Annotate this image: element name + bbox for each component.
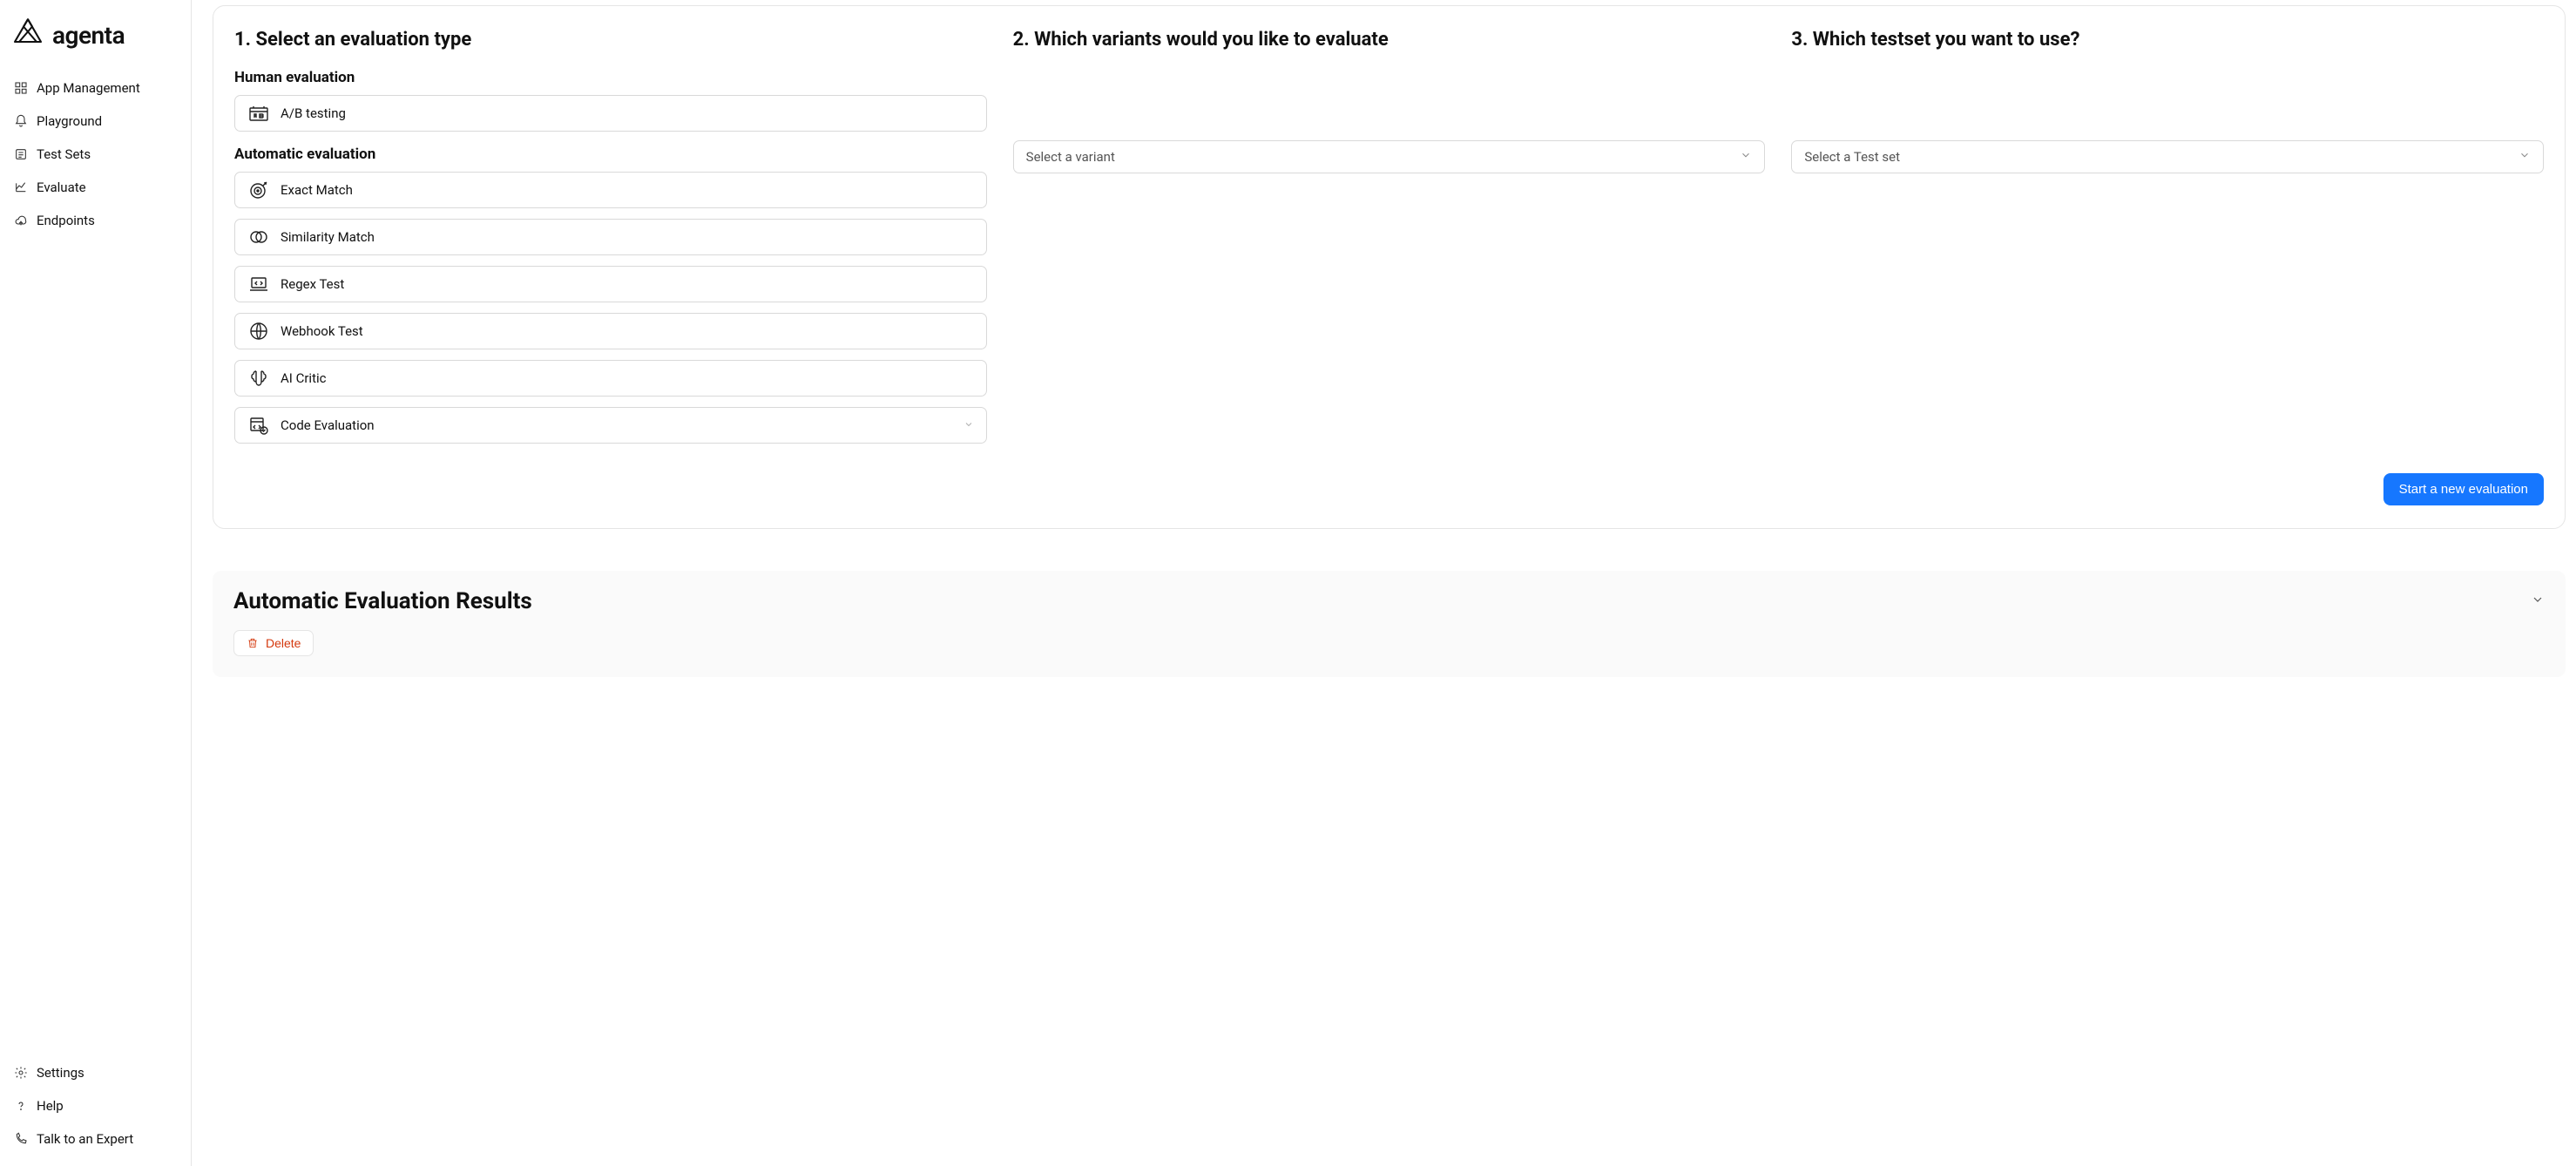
code-laptop-icon bbox=[247, 273, 270, 295]
nav-bottom: Settings Help Talk to an Expert bbox=[7, 1056, 184, 1156]
logo: agenta bbox=[7, 10, 184, 71]
question-icon bbox=[14, 1099, 28, 1113]
grid-icon bbox=[14, 81, 28, 95]
sidebar-item-label: Playground bbox=[37, 113, 102, 129]
main-content: 1. Select an evaluation type Human evalu… bbox=[192, 0, 2576, 1166]
option-label: Exact Match bbox=[281, 182, 353, 198]
bell-icon bbox=[14, 114, 28, 128]
gear-icon bbox=[14, 1066, 28, 1080]
sidebar-item-evaluate[interactable]: Evaluate bbox=[7, 171, 184, 204]
human-eval-heading: Human evaluation bbox=[234, 69, 987, 86]
option-exact-match[interactable]: Exact Match bbox=[234, 172, 987, 208]
brain-icon bbox=[247, 367, 270, 390]
globe-icon bbox=[247, 320, 270, 342]
sidebar-item-label: Evaluate bbox=[37, 180, 86, 195]
results-title: Automatic Evaluation Results bbox=[233, 588, 532, 614]
logo-icon bbox=[10, 16, 45, 54]
step2-column: 2. Which variants would you like to eval… bbox=[1013, 27, 1766, 454]
sidebar-item-test-sets[interactable]: Test Sets bbox=[7, 138, 184, 171]
list-icon bbox=[14, 147, 28, 161]
step1-column: 1. Select an evaluation type Human evalu… bbox=[234, 27, 987, 454]
evaluation-config-card: 1. Select an evaluation type Human evalu… bbox=[213, 5, 2566, 529]
chevron-down-icon[interactable] bbox=[2531, 593, 2545, 610]
option-label: Regex Test bbox=[281, 276, 344, 292]
auto-eval-heading: Automatic evaluation bbox=[234, 146, 987, 163]
brand-name: agenta bbox=[52, 21, 125, 50]
option-code-evaluation[interactable]: Code Evaluation bbox=[234, 407, 987, 444]
code-eval-icon bbox=[247, 414, 270, 437]
chevron-down-icon bbox=[963, 417, 974, 433]
option-label: AI Critic bbox=[281, 370, 327, 386]
sidebar-item-label: Help bbox=[37, 1098, 64, 1114]
sidebar-item-talk-expert[interactable]: Talk to an Expert bbox=[7, 1122, 184, 1156]
trash-icon bbox=[247, 637, 259, 649]
step3-title: 3. Which testset you want to use? bbox=[1791, 27, 2544, 53]
start-evaluation-button[interactable]: Start a new evaluation bbox=[2383, 473, 2544, 505]
sidebar-item-label: Talk to an Expert bbox=[37, 1131, 133, 1147]
option-label: Code Evaluation bbox=[281, 417, 375, 433]
delete-button[interactable]: Delete bbox=[233, 630, 314, 656]
phone-icon bbox=[14, 1132, 28, 1146]
option-ai-critic[interactable]: AI Critic bbox=[234, 360, 987, 397]
step1-title: 1. Select an evaluation type bbox=[234, 27, 987, 53]
sidebar-item-label: App Management bbox=[37, 80, 140, 96]
variant-select[interactable]: Select a variant bbox=[1013, 140, 1766, 173]
option-ab-testing[interactable]: A/B testing bbox=[234, 95, 987, 132]
option-regex-test[interactable]: Regex Test bbox=[234, 266, 987, 302]
sidebar: agenta App Management Playground Test Se… bbox=[0, 0, 192, 1166]
overlap-icon bbox=[247, 226, 270, 248]
testset-select[interactable]: Select a Test set bbox=[1791, 140, 2544, 173]
sidebar-item-playground[interactable]: Playground bbox=[7, 105, 184, 138]
sidebar-item-label: Settings bbox=[37, 1065, 85, 1081]
button-label: Start a new evaluation bbox=[2399, 482, 2528, 497]
sidebar-item-label: Endpoints bbox=[37, 213, 95, 228]
option-label: A/B testing bbox=[281, 105, 346, 121]
select-placeholder: Select a Test set bbox=[1804, 149, 1900, 165]
select-placeholder: Select a variant bbox=[1026, 149, 1115, 165]
step3-column: 3. Which testset you want to use? Select… bbox=[1791, 27, 2544, 454]
option-webhook-test[interactable]: Webhook Test bbox=[234, 313, 987, 349]
option-label: Webhook Test bbox=[281, 323, 363, 339]
chevron-down-icon bbox=[2519, 149, 2531, 165]
target-icon bbox=[247, 179, 270, 201]
ab-icon bbox=[247, 102, 270, 125]
sidebar-item-help[interactable]: Help bbox=[7, 1089, 184, 1122]
chevron-down-icon bbox=[1740, 149, 1752, 165]
sidebar-item-endpoints[interactable]: Endpoints bbox=[7, 204, 184, 237]
sidebar-item-label: Test Sets bbox=[37, 146, 91, 162]
chart-icon bbox=[14, 180, 28, 194]
sidebar-item-settings[interactable]: Settings bbox=[7, 1056, 184, 1089]
nav-top: App Management Playground Test Sets Eval… bbox=[7, 71, 184, 1056]
button-label: Delete bbox=[266, 636, 301, 650]
sidebar-item-app-management[interactable]: App Management bbox=[7, 71, 184, 105]
option-similarity-match[interactable]: Similarity Match bbox=[234, 219, 987, 255]
step2-title: 2. Which variants would you like to eval… bbox=[1013, 27, 1766, 53]
option-label: Similarity Match bbox=[281, 229, 375, 245]
results-section: Automatic Evaluation Results Delete bbox=[213, 571, 2566, 677]
cloud-icon bbox=[14, 214, 28, 227]
